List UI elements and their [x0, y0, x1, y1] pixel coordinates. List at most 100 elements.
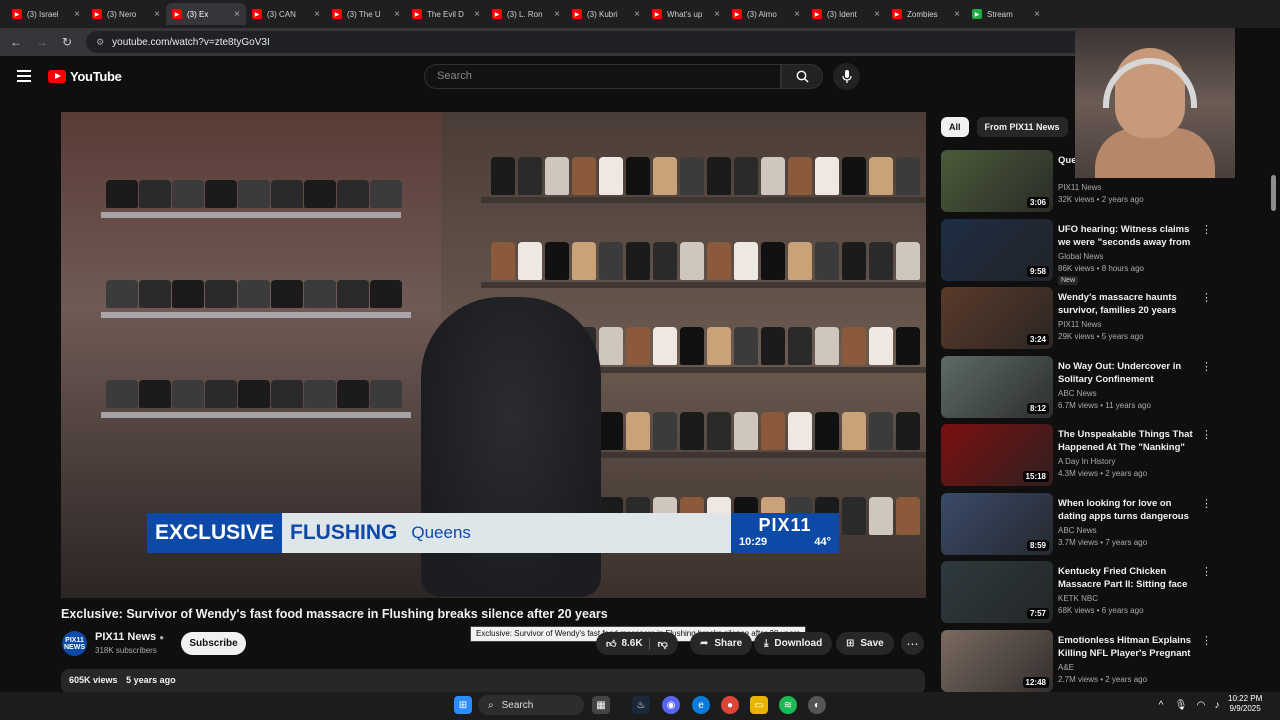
close-tab-icon[interactable]: × [154, 9, 160, 20]
voice-search-button[interactable] [833, 63, 860, 90]
save-button[interactable]: ⊞ Save [836, 632, 894, 655]
video-thumbnail[interactable]: 8:12 [941, 355, 1053, 418]
forward-icon[interactable]: → [36, 35, 48, 49]
video-player[interactable]: EXCLUSIVE FLUSHING Queens PIX11 10:29 44… [61, 112, 926, 598]
more-options-icon[interactable]: ⋮ [1201, 497, 1212, 510]
microphone-tray-icon[interactable]: 🎙︎ [1172, 696, 1190, 714]
steam-icon[interactable]: ♨ [632, 696, 650, 714]
discord-icon[interactable]: ◉ [662, 696, 680, 714]
sidebar-scrollbar[interactable] [1271, 175, 1276, 211]
close-tab-icon[interactable]: × [794, 9, 800, 20]
channel-avatar[interactable]: PIX11 NEWS [62, 631, 87, 656]
recommendation-title[interactable]: The Unspeakable Things That Happened At … [1058, 428, 1194, 455]
close-tab-icon[interactable]: × [314, 9, 320, 20]
browser-tab[interactable]: ▶ The Evil D × [406, 3, 486, 25]
browser-tab[interactable]: ▶ (3) Almo × [726, 3, 806, 25]
recommendation-channel[interactable]: ABC News [1058, 389, 1097, 398]
recommendation-item[interactable]: 15:18 The Unspeakable Things That Happene… [941, 424, 1212, 486]
windows-start-icon[interactable]: ⊞ [454, 696, 472, 714]
close-tab-icon[interactable]: × [394, 9, 400, 20]
dislike-button[interactable]: 👎︎ [648, 637, 668, 650]
recommendation-channel[interactable]: KETK NBC [1058, 594, 1098, 603]
more-options-icon[interactable]: ⋮ [1201, 565, 1212, 578]
close-tab-icon[interactable]: × [1034, 9, 1040, 20]
video-thumbnail[interactable]: 3:06 [941, 150, 1053, 212]
more-actions-button[interactable]: ⋯ [901, 632, 924, 655]
browser-tab[interactable]: ▶ (3) L. Ron × [486, 3, 566, 25]
search-button[interactable] [781, 64, 823, 89]
video-thumbnail[interactable]: 15:18 [941, 424, 1053, 486]
browser-tab[interactable]: ▶ What's up × [646, 3, 726, 25]
recommendation-channel[interactable]: Global News [1058, 252, 1103, 261]
search-input[interactable]: Search [424, 64, 781, 89]
recommendation-channel[interactable]: PIX11 News [1058, 183, 1101, 192]
browser-tab[interactable]: ▶ (3) Kubri × [566, 3, 646, 25]
app-icon[interactable]: ◐ [808, 696, 826, 714]
recommendation-channel[interactable]: PIX11 News [1058, 320, 1101, 329]
recommendation-title[interactable]: Wendy's massacre haunts survivor, famili… [1058, 291, 1194, 318]
video-thumbnail[interactable]: 8:59 [941, 492, 1053, 555]
more-options-icon[interactable]: ⋮ [1201, 634, 1212, 647]
filter-chip[interactable]: From PIX11 News [976, 117, 1068, 137]
volume-icon[interactable]: ♪ [1208, 696, 1226, 714]
youtube-logo[interactable]: YouTube [48, 69, 122, 84]
task-view-icon[interactable]: ▦ [592, 696, 610, 714]
browser-tab[interactable]: ▶ (3) CAN × [246, 3, 326, 25]
recommendation-channel[interactable]: ABC News [1058, 526, 1097, 535]
download-button[interactable]: ⤓ Download [754, 632, 833, 655]
video-thumbnail[interactable]: 3:24 [941, 287, 1053, 349]
tray-chevron-icon[interactable]: ^ [1152, 696, 1170, 714]
share-button[interactable]: ➦ Share [690, 632, 753, 655]
recommendation-channel[interactable]: A&E [1058, 663, 1074, 672]
recommendation-channel[interactable]: A Day In History [1058, 457, 1115, 466]
system-clock[interactable]: 10:22 PM 9/9/2025 [1228, 694, 1262, 714]
address-bar[interactable]: ⚙ youtube.com/watch?v=zte8tyGoV3I [86, 31, 1087, 53]
close-tab-icon[interactable]: × [474, 9, 480, 20]
like-button[interactable]: 👍︎ 8.6K [606, 638, 643, 650]
recommendation-item[interactable]: 8:12 No Way Out: Undercover in Solitary C… [941, 355, 1212, 418]
browser-tab[interactable]: ▶ (3) Nero × [86, 3, 166, 25]
chrome-icon[interactable]: ● [721, 696, 739, 714]
more-options-icon[interactable]: ⋮ [1201, 223, 1212, 236]
browser-tab[interactable]: ▶ (3) The U × [326, 3, 406, 25]
subscribe-button[interactable]: Subscribe [181, 632, 246, 655]
site-info-icon[interactable]: ⚙ [96, 37, 104, 48]
browser-tab[interactable]: ▶ Zombies × [886, 3, 966, 25]
recommendation-title[interactable]: UFO hearing: Witness claims we were "sec… [1058, 223, 1194, 250]
recommendation-title[interactable]: When looking for love on dating apps tur… [1058, 497, 1194, 523]
description-box[interactable]: 605K views 5 years ago [61, 669, 925, 694]
browser-tab[interactable]: ▶ (3) Ex × [166, 3, 246, 25]
video-thumbnail[interactable]: 7:57 [941, 561, 1053, 623]
more-options-icon[interactable]: ⋮ [1201, 360, 1212, 373]
video-thumbnail[interactable]: 9:58 [941, 218, 1053, 281]
recommendation-item[interactable]: 12:48 Emotionless Hitman Explains Killing… [941, 629, 1212, 692]
filter-chip[interactable]: All [941, 117, 969, 137]
recommendation-item[interactable]: 9:58 UFO hearing: Witness claims we were … [941, 218, 1212, 285]
browser-tab[interactable]: ▶ (3) Israel × [6, 3, 86, 25]
close-tab-icon[interactable]: × [874, 9, 880, 20]
video-thumbnail[interactable]: 12:48 [941, 629, 1053, 692]
more-options-icon[interactable]: ⋮ [1201, 428, 1212, 441]
recommendation-item[interactable]: 3:24 Wendy's massacre haunts survivor, fa… [941, 287, 1212, 349]
back-icon[interactable]: ← [10, 35, 22, 49]
close-tab-icon[interactable]: × [554, 9, 560, 20]
close-tab-icon[interactable]: × [714, 9, 720, 20]
close-tab-icon[interactable]: × [234, 9, 240, 20]
spotify-icon[interactable]: ≋ [779, 696, 797, 714]
close-tab-icon[interactable]: × [74, 9, 80, 20]
more-options-icon[interactable]: ⋮ [1201, 291, 1212, 304]
close-tab-icon[interactable]: × [954, 9, 960, 20]
menu-icon[interactable] [17, 70, 31, 82]
recommendation-title[interactable]: Emotionless Hitman Explains Killing NFL … [1058, 634, 1194, 661]
close-tab-icon[interactable]: × [634, 9, 640, 20]
recommendation-item[interactable]: 7:57 Kentucky Fried Chicken Massacre Part… [941, 561, 1212, 623]
recommendation-title[interactable]: No Way Out: Undercover in Solitary Confi… [1058, 360, 1194, 386]
browser-tab[interactable]: ▶ Stream × [966, 3, 1046, 25]
recommendation-item[interactable]: 8:59 When looking for love on dating apps… [941, 492, 1212, 555]
taskbar-search[interactable]: ⌕ Search [478, 695, 584, 715]
channel-name[interactable]: PIX11 News ● [95, 631, 164, 643]
recommendation-title[interactable]: Kentucky Fried Chicken Massacre Part II:… [1058, 565, 1194, 592]
browser-tab[interactable]: ▶ (3) Ident × [806, 3, 886, 25]
file-explorer-icon[interactable]: ▭ [750, 696, 768, 714]
reload-icon[interactable]: ↻ [62, 35, 72, 49]
